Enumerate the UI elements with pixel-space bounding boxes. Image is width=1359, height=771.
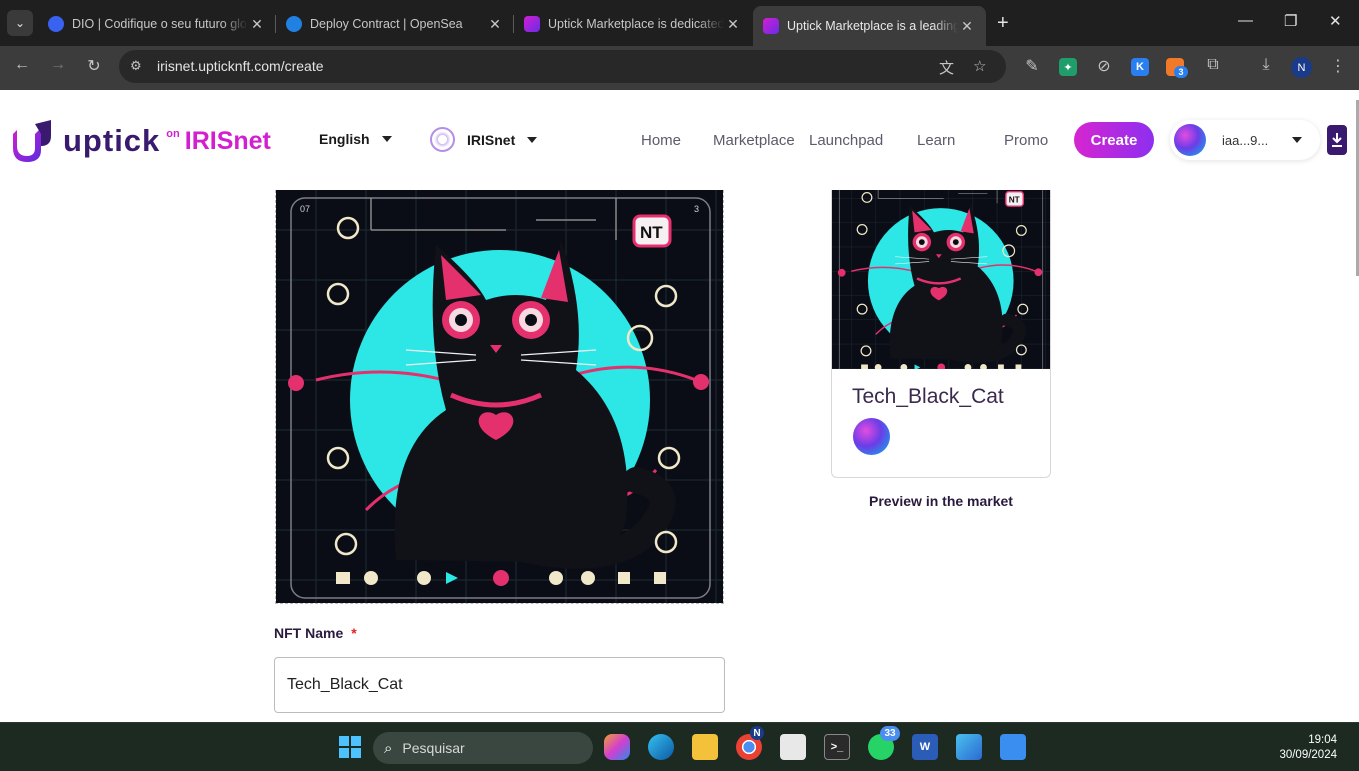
url-text: irisnet.upticknft.com/create [157, 58, 324, 74]
new-tab-icon[interactable]: + [997, 12, 1009, 35]
notepad-icon[interactable] [1000, 734, 1026, 760]
whatsapp-badge: 33 [880, 726, 900, 741]
browser-tab-uptick-1[interactable]: Uptick Marketplace is dedicated ✕ [524, 9, 742, 39]
uptick-logo[interactable]: uptick on IRISnet [13, 120, 271, 162]
whatsapp-icon[interactable]: 33 [868, 726, 900, 760]
browser-toolbar: ← → ↻ ⚙ irisnet.upticknft.com/create 文 ☆… [0, 46, 1359, 90]
chain-selector[interactable]: IRISnet [430, 127, 538, 152]
nft-artwork-image [276, 190, 724, 604]
nft-image-upload[interactable] [275, 190, 724, 604]
address-bar[interactable]: ⚙ irisnet.upticknft.com/create 文 ☆ [119, 50, 1006, 83]
caret-down-icon [381, 136, 392, 142]
search-placeholder: Pesquisar [402, 740, 465, 756]
logo-wordmark: uptick [63, 123, 161, 158]
preview-card: Tech_Black_Cat [831, 190, 1051, 478]
windows-taskbar: ⌕ Pesquisar N >_ 33 W 19:04 30/09/2024 [0, 722, 1359, 771]
site-info-icon[interactable]: ⚙ [130, 58, 142, 74]
browser-tab-uptick-active[interactable]: Uptick Marketplace is a leading ✕ [753, 6, 986, 46]
close-tab-icon[interactable]: ✕ [248, 16, 266, 33]
nav-marketplace[interactable]: Marketplace [713, 132, 795, 149]
uptick-favicon-icon [763, 18, 779, 34]
nft-name-label: NFT Name * [274, 625, 357, 641]
file-explorer-icon[interactable] [692, 734, 718, 760]
chain-label: IRISnet [467, 131, 516, 148]
eyedropper-icon[interactable]: ✎ [1020, 56, 1044, 76]
back-icon[interactable]: ← [10, 56, 34, 74]
minimize-icon[interactable]: — [1238, 12, 1253, 29]
tab-search-button[interactable]: ⌄ [7, 10, 33, 36]
chrome-icon[interactable]: N [736, 726, 764, 760]
account-address: iaa...9... [1222, 132, 1269, 148]
uptick-favicon-icon [524, 16, 540, 32]
forward-icon[interactable]: → [46, 56, 70, 74]
taskbar-search[interactable]: ⌕ Pesquisar [373, 732, 593, 764]
clock-date: 30/09/2024 [1279, 749, 1337, 761]
download-app-icon[interactable] [1327, 125, 1347, 155]
reload-icon[interactable]: ↻ [82, 56, 106, 76]
word-icon[interactable]: W [912, 734, 938, 760]
photos-icon[interactable] [956, 734, 982, 760]
bookmark-star-icon[interactable]: ☆ [973, 57, 986, 75]
preview-creator-avatar [853, 418, 890, 455]
extension-badge: 3 [1174, 66, 1188, 78]
nav-home[interactable]: Home [641, 132, 681, 149]
browser-tab-dio[interactable]: DIO | Codifique o seu futuro global ✕ [48, 9, 266, 39]
windows-start-icon[interactable] [337, 734, 363, 760]
extension-green-icon[interactable]: ✦ [1059, 58, 1077, 76]
site-header: uptick on IRISnet English IRISnet Home M… [0, 90, 1359, 190]
tab-divider [513, 15, 514, 33]
tab-title: DIO | Codifique o seu futuro global [72, 17, 248, 31]
caret-down-icon [527, 136, 538, 143]
account-menu[interactable]: iaa...9... [1170, 120, 1320, 160]
translate-icon[interactable]: 文 [939, 57, 954, 78]
opensea-favicon-icon [286, 16, 302, 32]
clock-time: 19:04 [1308, 734, 1337, 746]
chrome-profile-badge: N [750, 726, 764, 740]
irisnet-icon [430, 127, 455, 152]
preview-caption: Preview in the market [869, 493, 1013, 509]
preview-nft-title: Tech_Black_Cat [852, 385, 1004, 408]
tab-divider [275, 15, 276, 33]
tab-title: Deploy Contract | OpenSea [310, 17, 463, 31]
nav-launchpad[interactable]: Launchpad [809, 132, 883, 149]
store-icon[interactable] [780, 734, 806, 760]
close-tab-icon[interactable]: ✕ [486, 16, 504, 33]
tab-title: Uptick Marketplace is a leading [787, 19, 958, 33]
avatar [1174, 124, 1206, 156]
create-button[interactable]: Create [1074, 122, 1154, 158]
logo-on-text: on [166, 128, 180, 140]
dio-favicon-icon [48, 16, 64, 32]
required-asterisk: * [351, 625, 357, 641]
caret-down-icon [1292, 137, 1302, 143]
nft-name-input[interactable] [274, 657, 725, 713]
nft-name-label-text: NFT Name [274, 625, 344, 641]
metamask-icon[interactable]: 3 [1166, 58, 1188, 78]
terminal-icon[interactable]: >_ [824, 734, 850, 760]
download-icon[interactable]: ⤓ [1254, 56, 1278, 74]
extension-k-icon[interactable]: K [1131, 58, 1149, 76]
nav-promo[interactable]: Promo [1004, 132, 1048, 149]
search-icon: ⌕ [384, 739, 393, 757]
nav-learn[interactable]: Learn [917, 132, 955, 149]
browser-tab-strip: ⌄ DIO | Codifique o seu futuro global ✕ … [0, 0, 1359, 46]
logo-network-text: IRISnet [184, 126, 271, 155]
close-window-icon[interactable]: ✕ [1329, 12, 1342, 30]
close-tab-icon[interactable]: ✕ [724, 16, 742, 33]
browser-tab-opensea[interactable]: Deploy Contract | OpenSea ✕ [286, 9, 504, 39]
restore-icon[interactable]: ❐ [1284, 12, 1297, 30]
extensions-puzzle-icon[interactable]: ⧉ [1201, 56, 1225, 74]
edge-icon[interactable] [648, 734, 674, 760]
kebab-menu-icon[interactable]: ⋮ [1326, 56, 1350, 76]
copilot-icon[interactable] [604, 734, 630, 760]
uptick-logo-icon [13, 120, 51, 162]
chevron-down-icon: ⌄ [14, 16, 26, 30]
system-clock[interactable]: 19:04 30/09/2024 [1279, 733, 1337, 763]
preview-image [832, 190, 1050, 369]
compass-icon[interactable]: ⊘ [1092, 56, 1116, 76]
profile-avatar[interactable]: N [1291, 57, 1312, 78]
language-selector[interactable]: English [319, 131, 392, 147]
tab-title: Uptick Marketplace is dedicated [548, 17, 724, 31]
language-label: English [319, 131, 370, 147]
close-tab-icon[interactable]: ✕ [958, 18, 976, 35]
